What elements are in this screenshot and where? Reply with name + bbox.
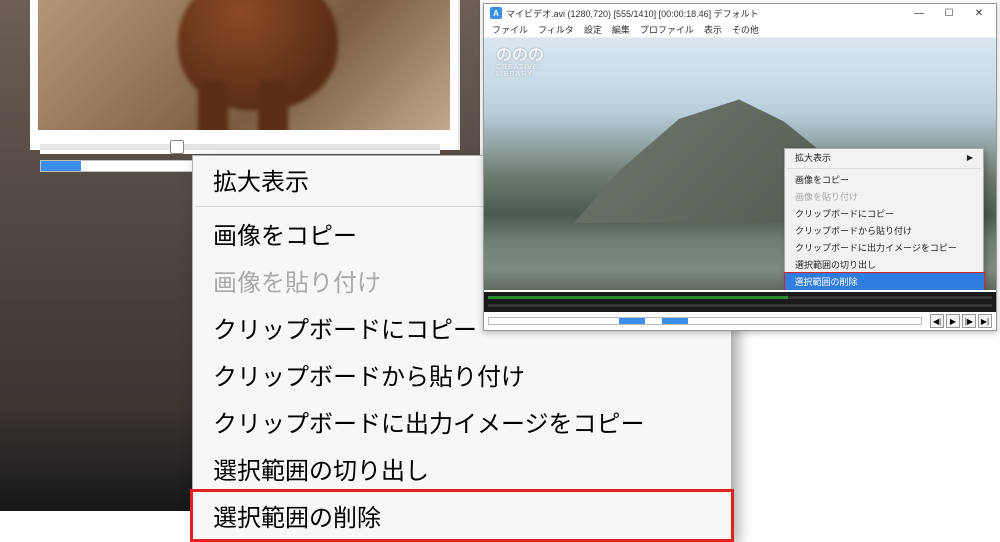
menu-filter[interactable]: フィルタ	[538, 23, 574, 36]
seek-knob[interactable]	[170, 140, 184, 154]
smenu-copy-image[interactable]: 画像をコピー	[785, 171, 983, 188]
smenu-separator	[787, 168, 981, 169]
menu-view[interactable]: 表示	[704, 23, 722, 36]
watermark-logo: ののの CREATIVE LIBRARY	[496, 48, 544, 78]
smenu-label: 選択範囲の切り出し	[795, 258, 876, 271]
menu-item-cut-selection[interactable]: 選択範囲の切り出し	[193, 445, 731, 492]
titlebar[interactable]: A マイビデオ.avi (1280,720) [555/1410] [00:00…	[484, 4, 996, 22]
logo-text: ののの	[496, 47, 544, 64]
smenu-label: 拡大表示	[795, 151, 831, 164]
menu-item-copy-output[interactable]: クリップボードに出力イメージをコピー	[193, 398, 731, 445]
menu-other[interactable]: その他	[732, 23, 759, 36]
seek-slider[interactable]	[40, 140, 440, 154]
menu-label: 画像を貼り付け	[213, 263, 381, 298]
smenu-label: 画像をコピー	[795, 173, 849, 186]
chevron-right-icon: ▶	[967, 153, 973, 162]
dog-image	[178, 0, 338, 110]
menu-label: 選択範囲の切り出し	[213, 451, 429, 486]
menu-label: 画像をコピー	[213, 216, 357, 251]
smenu-copy-clipboard[interactable]: クリップボードにコピー	[785, 205, 983, 222]
smenu-label: クリップボードから貼り付け	[795, 224, 912, 237]
app-window: A マイビデオ.avi (1280,720) [555/1410] [00:00…	[483, 3, 997, 331]
menu-profile[interactable]: プロファイル	[640, 23, 694, 36]
timeline-tracks[interactable]	[484, 292, 996, 312]
left-video-frame	[30, 0, 460, 150]
menu-label: 拡大表示	[213, 162, 309, 197]
window-title: マイビデオ.avi (1280,720) [555/1410] [00:00:1…	[506, 7, 904, 20]
menubar: ファイル フィルタ 設定 編集 プロファイル 表示 その他	[484, 22, 996, 38]
timeline-clip[interactable]	[488, 296, 788, 299]
seek-bar[interactable]	[488, 317, 922, 325]
selection-range[interactable]	[619, 318, 645, 324]
logo-sub2: LIBRARY	[496, 71, 544, 78]
menu-item-delete-selection[interactable]: 選択範囲の削除	[190, 489, 734, 542]
menu-label: クリップボードに出力イメージをコピー	[213, 404, 645, 439]
menu-edit[interactable]: 編集	[612, 23, 630, 36]
menu-file[interactable]: ファイル	[492, 23, 528, 36]
logo-sub1: CREATIVE	[496, 64, 544, 71]
last-frame-button[interactable]: ▶|	[978, 314, 992, 328]
selection-range[interactable]	[662, 318, 688, 324]
video-display[interactable]: ののの CREATIVE LIBRARY 拡大表示 ▶ 画像をコピー 画像を貼り…	[484, 38, 996, 290]
close-button[interactable]: ✕	[964, 4, 994, 22]
play-button[interactable]: ▶	[946, 314, 960, 328]
next-frame-button[interactable]: |▶	[962, 314, 976, 328]
smenu-label: クリップボードにコピー	[795, 207, 894, 220]
bottom-toolbar: ◀| ▶ |▶ ▶|	[484, 312, 996, 330]
menu-item-paste-clipboard[interactable]: クリップボードから貼り付け	[193, 351, 731, 398]
smenu-zoom[interactable]: 拡大表示 ▶	[785, 149, 983, 166]
smenu-label: 画像を貼り付け	[795, 190, 858, 203]
menu-settings[interactable]: 設定	[584, 23, 602, 36]
smenu-label: 選択範囲の削除	[795, 275, 858, 288]
app-icon: A	[490, 7, 502, 19]
smenu-label: クリップボードに出力イメージをコピー	[795, 241, 957, 254]
menu-label: クリップボードにコピー	[213, 310, 477, 345]
smenu-delete-selection[interactable]: 選択範囲の削除	[784, 272, 985, 291]
menu-label: クリップボードから貼り付け	[213, 357, 525, 392]
menu-label: 選択範囲の削除	[213, 498, 381, 533]
video-preview-image	[38, 0, 450, 130]
smenu-paste-clipboard[interactable]: クリップボードから貼り付け	[785, 222, 983, 239]
smenu-paste-image: 画像を貼り付け	[785, 188, 983, 205]
maximize-button[interactable]: ☐	[934, 4, 964, 22]
smenu-copy-output[interactable]: クリップボードに出力イメージをコピー	[785, 239, 983, 256]
prev-frame-button[interactable]: ◀|	[930, 314, 944, 328]
smenu-cut-selection[interactable]: 選択範囲の切り出し	[785, 256, 983, 273]
context-menu-small: 拡大表示 ▶ 画像をコピー 画像を貼り付け クリップボードにコピー クリップボー…	[784, 148, 984, 290]
minimize-button[interactable]: —	[904, 4, 934, 22]
